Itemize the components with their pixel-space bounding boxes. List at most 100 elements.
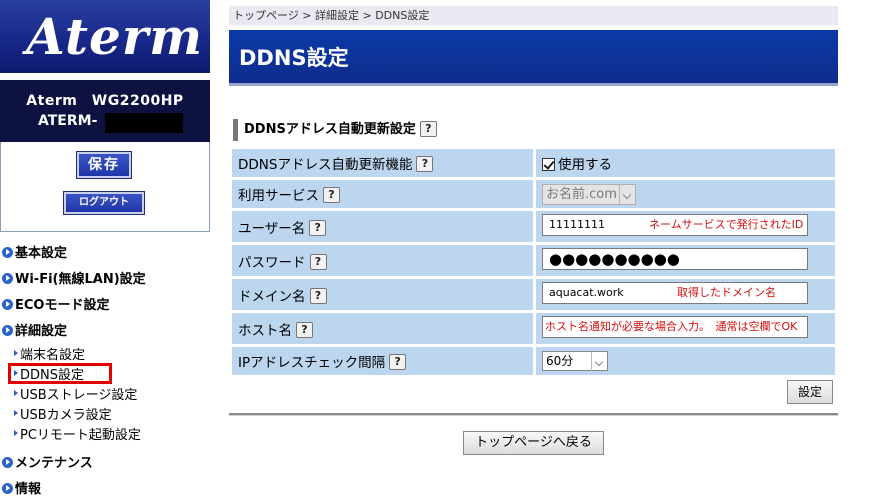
nav-eco-mode[interactable]: ECOモード設定 <box>2 294 109 313</box>
annotation-text: ネームサービスで発行されたID <box>649 217 804 231</box>
username-label-cell: ユーザー名? <box>232 211 533 242</box>
select-value: お名前.com <box>546 186 617 202</box>
help-icon[interactable]: ? <box>309 253 327 270</box>
nav-label: ECOモード設定 <box>15 298 110 313</box>
field-label: ユーザー名 <box>238 220 306 237</box>
table-row: パスワード? ●●●●●●●●●● <box>232 245 835 276</box>
select-value: 60分 <box>546 354 574 368</box>
red-highlight-annotation <box>8 363 112 384</box>
nav-info[interactable]: 情報 <box>2 478 41 497</box>
ip-check-interval-select[interactable]: 60分 <box>542 351 608 371</box>
domain-value-cell: aquacat.work 取得したドメイン名 <box>536 279 835 310</box>
help-icon[interactable]: ? <box>296 321 313 338</box>
service-select[interactable]: お名前.com <box>542 183 636 205</box>
chevron-down-icon <box>591 352 607 371</box>
apply-settings-button[interactable]: 設定 <box>787 380 833 404</box>
logout-button[interactable]: ログアウト <box>63 191 145 215</box>
table-row: IPアドレスチェック間隔? 60分 <box>232 347 835 375</box>
password-input[interactable]: ●●●●●●●●●● <box>542 247 808 270</box>
divider <box>229 413 838 416</box>
sidebar: Aterm Aterm WG2200HP ATERM- 保存 ログアウト 基本設… <box>0 0 210 499</box>
host-label-cell: ホスト名? <box>232 313 533 344</box>
ip-check-value-cell: 60分 <box>536 347 835 375</box>
nav-bullet-icon <box>2 299 13 310</box>
nav-bullet-icon <box>2 483 13 494</box>
subnav-label: 端末名設定 <box>20 348 86 363</box>
annotation-text: ホスト名通知が必要な場合入力。 通常は空欄でOK <box>545 319 798 333</box>
help-icon[interactable]: ? <box>389 354 407 370</box>
section-title: DDNSアドレス自動更新設定? <box>233 119 437 141</box>
router-admin-page: Aterm Aterm WG2200HP ATERM- 保存 ログアウト 基本設… <box>0 0 870 499</box>
subnav-label: USBカメラ設定 <box>20 408 112 423</box>
ip-check-label-cell: IPアドレスチェック間隔? <box>232 347 533 375</box>
service-value-cell: お名前.com <box>536 180 835 208</box>
chevron-down-icon <box>619 184 635 204</box>
nav-label: 基本設定 <box>15 246 68 261</box>
nav-bullet-icon <box>2 273 13 284</box>
nav-maintenance[interactable]: メンテナンス <box>2 452 93 471</box>
nav-label: 情報 <box>15 482 42 497</box>
help-icon[interactable]: ? <box>323 187 340 203</box>
subnav-arrow-icon <box>14 410 18 416</box>
host-input[interactable]: ホスト名通知が必要な場合入力。 通常は空欄でOK <box>542 315 808 338</box>
username-value-cell: 11111111 ネームサービスで発行されたID <box>536 211 835 242</box>
aterm-logo: Aterm <box>26 7 204 66</box>
redacted-device-id <box>105 113 183 133</box>
table-row: ユーザー名? 11111111 ネームサービスで発行されたID <box>232 211 835 242</box>
subnav-arrow-icon <box>14 390 18 396</box>
model-info: Aterm WG2200HP ATERM- <box>0 80 210 142</box>
enable-checkbox[interactable] <box>542 158 555 171</box>
page-title-banner: DDNS設定 <box>229 30 838 86</box>
action-buttons-panel: 保存 ログアウト <box>0 142 210 232</box>
subnav-usb-camera[interactable]: USBカメラ設定 <box>14 404 112 423</box>
subnav-label: USBストレージ設定 <box>20 388 138 403</box>
input-value: aquacat.work <box>549 285 624 299</box>
nav-advanced-settings[interactable]: 詳細設定 <box>2 320 67 339</box>
page-title: DDNS設定 <box>239 46 349 70</box>
field-label: DDNSアドレス自動更新機能 <box>238 157 413 173</box>
help-icon[interactable]: ? <box>419 120 437 137</box>
field-label: IPアドレスチェック間隔 <box>238 355 386 371</box>
auto-update-value-cell: 使用する <box>536 149 835 177</box>
model-name: Aterm WG2200HP <box>26 93 184 109</box>
field-label: 利用サービス <box>238 188 319 204</box>
username-input[interactable]: 11111111 ネームサービスで発行されたID <box>542 213 808 236</box>
field-label: ホスト名 <box>238 322 292 339</box>
save-button[interactable]: 保存 <box>76 151 132 179</box>
ddns-settings-table: DDNSアドレス自動更新機能? 使用する 利用サービス? お名前.com ユーザ… <box>229 146 838 378</box>
annotation-text: 取得したドメイン名 <box>677 285 776 299</box>
subnav-pc-remote-wake[interactable]: PCリモート起動設定 <box>14 424 141 443</box>
help-icon[interactable]: ? <box>309 287 327 304</box>
subnav-arrow-icon <box>14 350 18 356</box>
nav-bullet-icon <box>2 247 13 258</box>
breadcrumb[interactable]: トップページ > 詳細設定 > DDNS設定 <box>229 6 838 25</box>
nav-bullet-icon <box>2 325 13 336</box>
back-to-top-button[interactable]: トップページへ戻る <box>463 431 604 455</box>
input-value: 11111111 <box>549 217 605 231</box>
domain-input[interactable]: aquacat.work 取得したドメイン名 <box>542 281 808 304</box>
subnav-arrow-icon <box>14 430 18 436</box>
help-icon[interactable]: ? <box>416 156 434 172</box>
nav-bullet-icon <box>2 457 13 468</box>
nav-label: 詳細設定 <box>15 324 68 339</box>
section-title-text: DDNSアドレス自動更新設定 <box>244 122 416 137</box>
subnav-device-name[interactable]: 端末名設定 <box>14 344 85 363</box>
help-icon[interactable]: ? <box>309 219 327 236</box>
table-row: 利用サービス? お名前.com <box>232 180 835 208</box>
logo-banner: Aterm <box>0 0 210 75</box>
password-value-cell: ●●●●●●●●●● <box>536 245 835 276</box>
table-row: DDNSアドレス自動更新機能? 使用する <box>232 149 835 177</box>
input-value: ●●●●●●●●●● <box>549 249 680 268</box>
service-label-cell: 利用サービス? <box>232 180 533 208</box>
subnav-label: PCリモート起動設定 <box>20 428 141 443</box>
nav-basic-settings[interactable]: 基本設定 <box>2 242 67 261</box>
domain-label-cell: ドメイン名? <box>232 279 533 310</box>
nav-wifi-settings[interactable]: Wi-Fi(無線LAN)設定 <box>2 268 146 287</box>
checkbox-label[interactable]: 使用する <box>558 157 612 173</box>
field-label: ドメイン名 <box>238 288 306 305</box>
nav-label: メンテナンス <box>15 456 93 471</box>
table-row: ホスト名? ホスト名通知が必要な場合入力。 通常は空欄でOK <box>232 313 835 344</box>
subnav-usb-storage[interactable]: USBストレージ設定 <box>14 384 137 403</box>
password-label-cell: パスワード? <box>232 245 533 276</box>
device-id: ATERM- <box>38 113 98 129</box>
